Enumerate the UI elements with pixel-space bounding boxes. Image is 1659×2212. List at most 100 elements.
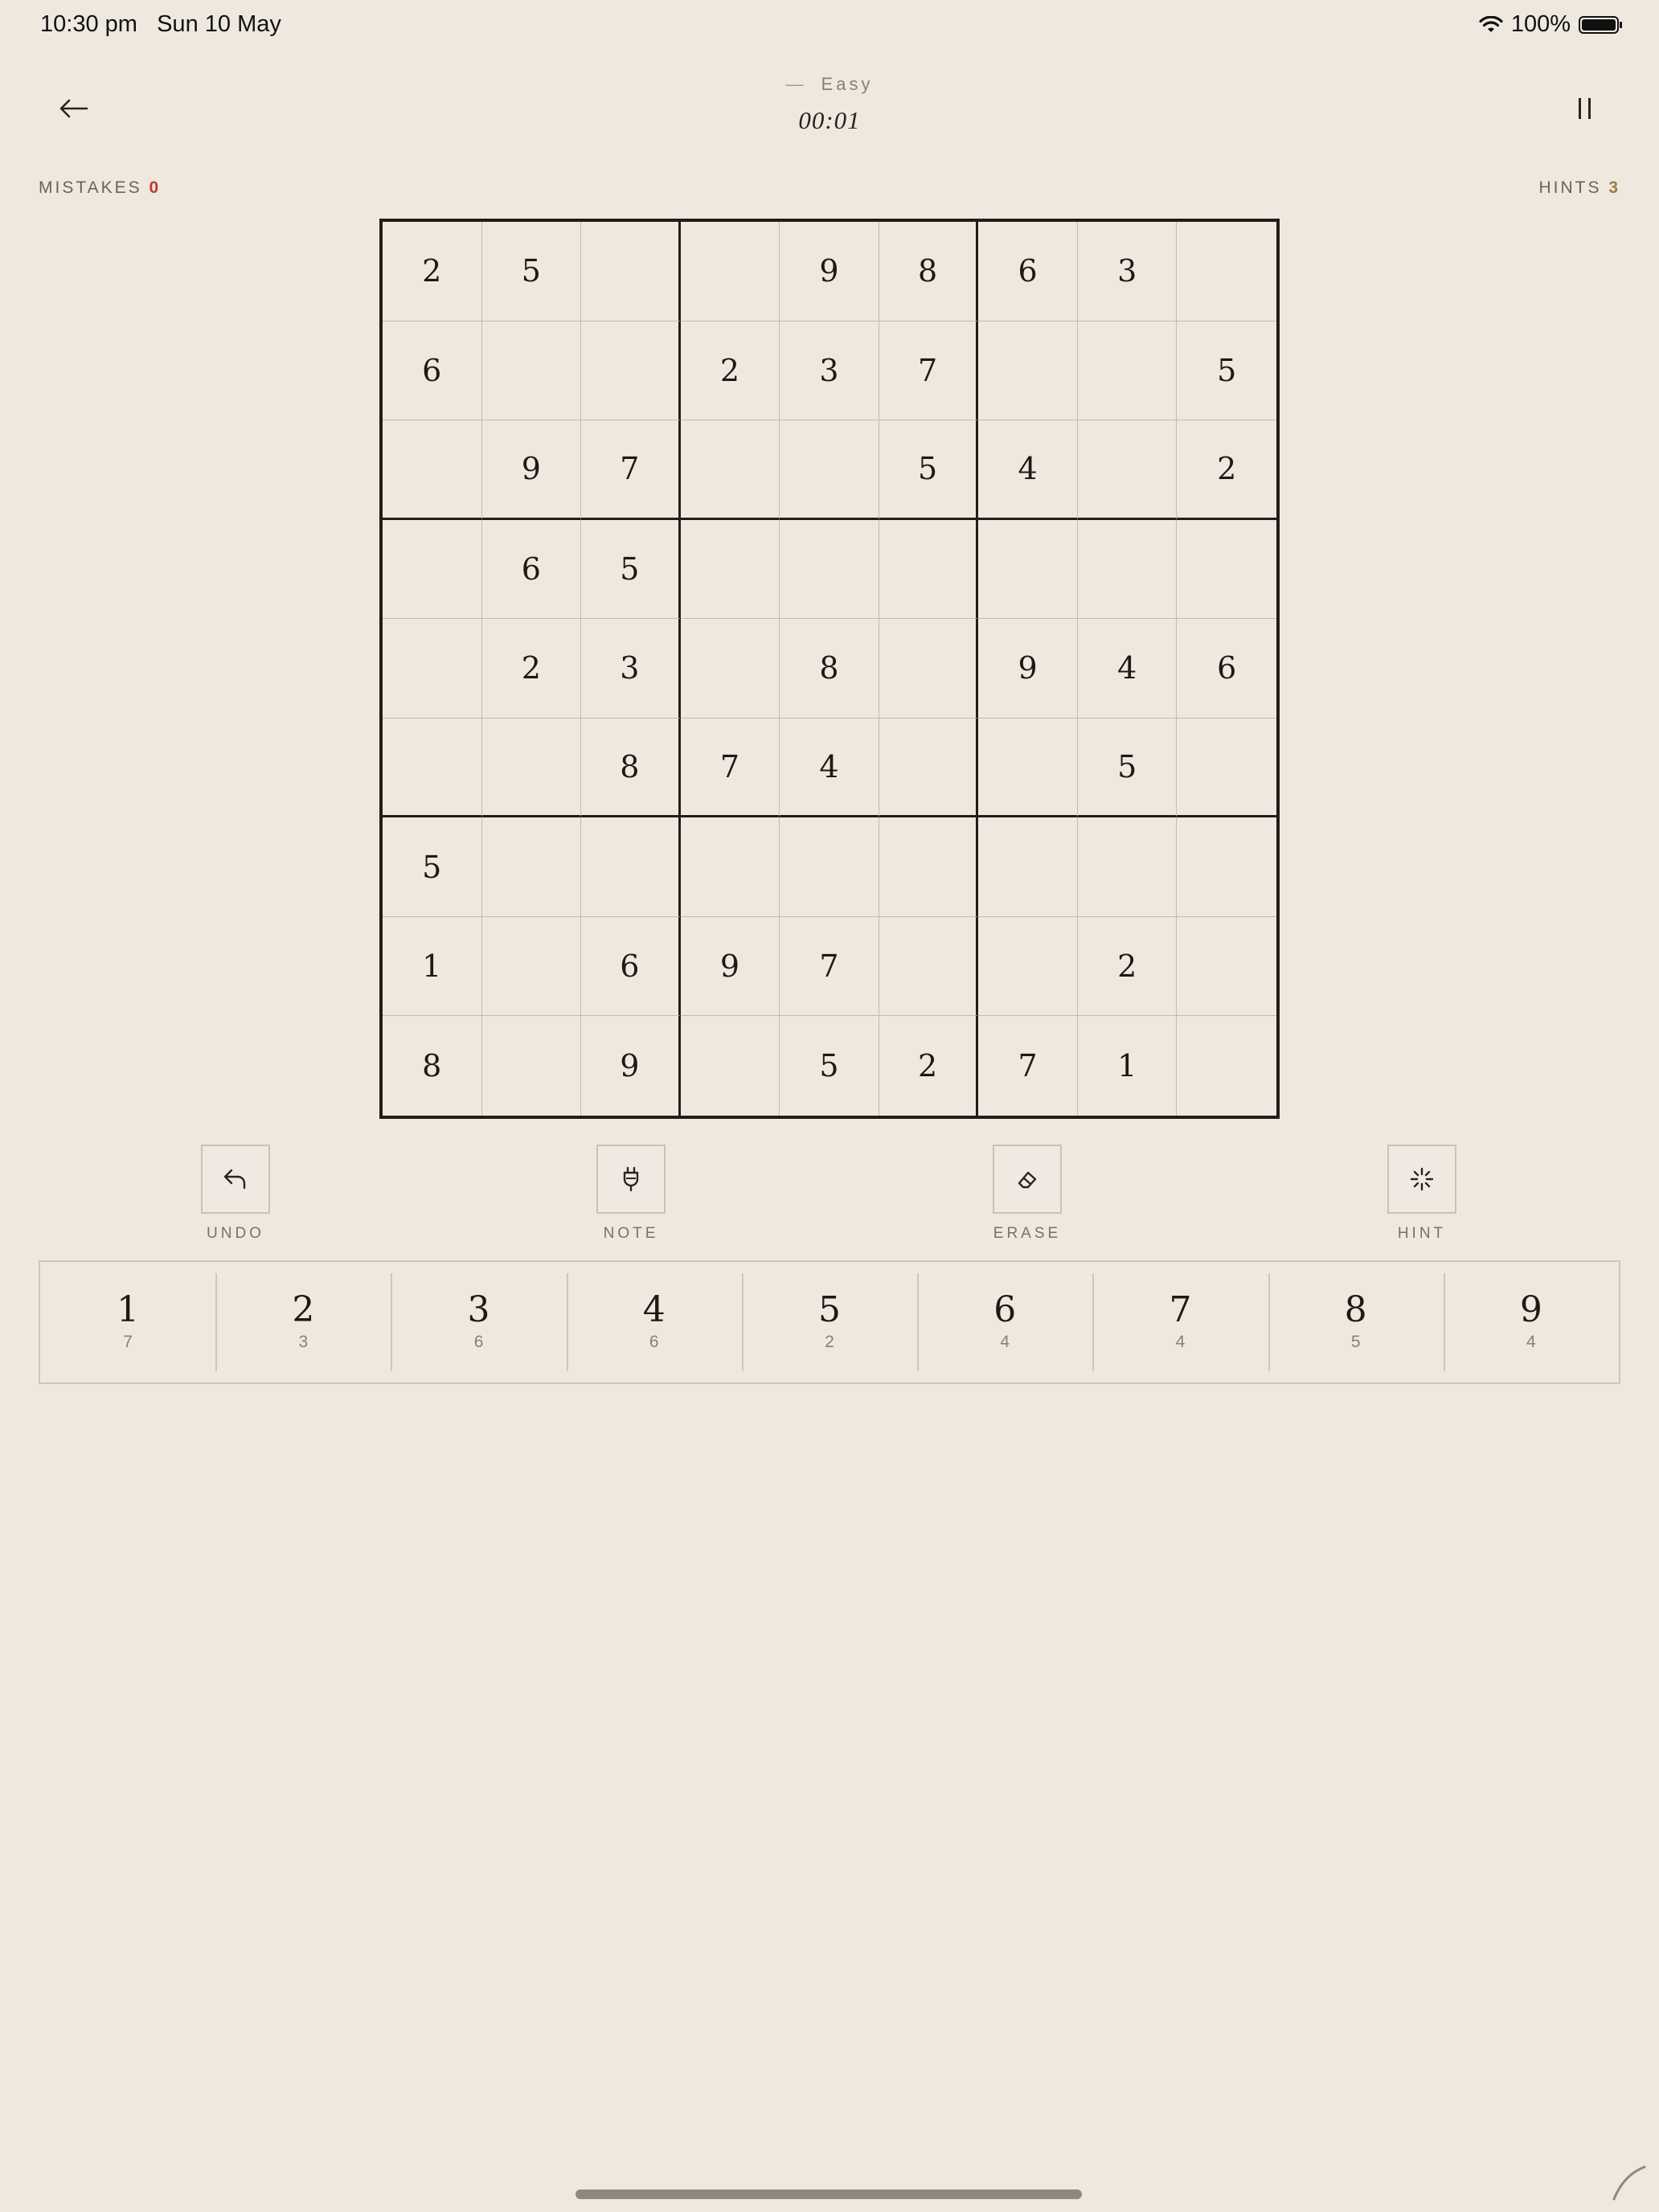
board-cell[interactable]: 4 xyxy=(978,420,1078,520)
board-cell[interactable]: 8 xyxy=(780,619,879,719)
board-cell[interactable] xyxy=(1077,420,1178,520)
number-button-3[interactable]: 36 xyxy=(391,1262,566,1382)
board-cell[interactable] xyxy=(680,519,780,620)
board-cell[interactable] xyxy=(1177,520,1276,620)
board-cell[interactable]: 7 xyxy=(680,718,780,818)
board-cell[interactable] xyxy=(383,519,482,620)
board-cell[interactable] xyxy=(978,519,1078,620)
note-button[interactable]: NOTE xyxy=(583,1145,679,1243)
board-cell[interactable]: 7 xyxy=(581,420,681,520)
number-button-8[interactable]: 85 xyxy=(1268,1262,1444,1382)
board-cell[interactable]: 9 xyxy=(581,1016,681,1116)
board-cell[interactable] xyxy=(879,519,979,620)
board-cell[interactable] xyxy=(1077,321,1178,421)
board-cell[interactable]: 1 xyxy=(1078,1016,1178,1116)
board-cell[interactable]: 2 xyxy=(1077,916,1178,1017)
board-cell[interactable] xyxy=(780,519,879,620)
board-cell[interactable]: 9 xyxy=(780,222,879,322)
board-cell[interactable] xyxy=(1077,817,1178,917)
board-cell[interactable]: 2 xyxy=(879,1016,979,1116)
board-cell[interactable] xyxy=(680,222,780,322)
board-cell[interactable] xyxy=(1077,519,1178,620)
board-cell[interactable] xyxy=(680,420,780,520)
board-cell[interactable] xyxy=(383,718,482,818)
board-cell[interactable]: 5 xyxy=(481,222,582,322)
board-cell[interactable]: 8 xyxy=(879,222,979,322)
board-cell[interactable] xyxy=(1177,222,1276,322)
undo-box[interactable] xyxy=(201,1145,270,1214)
board-cell[interactable] xyxy=(1177,917,1276,1017)
board-cell[interactable]: 5 xyxy=(1077,718,1178,818)
board-cell[interactable]: 5 xyxy=(581,519,681,620)
board-cell[interactable]: 3 xyxy=(1077,222,1178,322)
board-cell[interactable]: 6 xyxy=(581,916,681,1017)
board-cell[interactable]: 5 xyxy=(780,1016,879,1116)
board-cell[interactable]: 2 xyxy=(481,619,582,719)
board-cell[interactable]: 3 xyxy=(581,619,681,719)
board-cell[interactable]: 4 xyxy=(1077,619,1178,719)
number-button-9[interactable]: 94 xyxy=(1443,1262,1619,1382)
board-cell[interactable]: 4 xyxy=(780,718,879,818)
board-cell[interactable]: 9 xyxy=(978,619,1078,719)
board-cell[interactable] xyxy=(780,817,879,917)
board-cell[interactable] xyxy=(482,1016,582,1116)
board-cell[interactable]: 7 xyxy=(780,916,879,1017)
board-cell[interactable] xyxy=(1177,719,1276,818)
board-cell[interactable] xyxy=(879,718,979,818)
number-button-4[interactable]: 46 xyxy=(566,1262,742,1382)
board-cell[interactable] xyxy=(978,718,1078,818)
board-cell[interactable] xyxy=(780,420,879,520)
board-cell[interactable]: 3 xyxy=(780,321,879,421)
board-cell[interactable]: 7 xyxy=(879,321,979,421)
number-button-1[interactable]: 17 xyxy=(40,1262,215,1382)
board-cell[interactable] xyxy=(383,420,482,520)
board-cell[interactable] xyxy=(978,817,1078,917)
board-cell[interactable]: 2 xyxy=(383,222,482,322)
board-cell[interactable]: 9 xyxy=(481,420,582,520)
board-cell[interactable] xyxy=(383,619,482,719)
number-button-6[interactable]: 64 xyxy=(917,1262,1092,1382)
pause-button[interactable] xyxy=(1561,87,1609,130)
board-cell[interactable]: 6 xyxy=(383,321,482,421)
board-cell[interactable]: 2 xyxy=(1177,420,1276,520)
erase-box[interactable] xyxy=(993,1145,1062,1214)
board-cell[interactable]: 9 xyxy=(680,916,780,1017)
hint-box[interactable] xyxy=(1387,1145,1456,1214)
board-cell[interactable]: 2 xyxy=(680,321,780,421)
board-cell[interactable] xyxy=(681,1016,780,1116)
hint-button[interactable]: HINT xyxy=(1374,1145,1470,1243)
number-button-5[interactable]: 52 xyxy=(741,1262,917,1382)
board-cell[interactable] xyxy=(879,619,979,719)
undo-button[interactable]: UNDO xyxy=(187,1145,284,1243)
board-cell[interactable] xyxy=(1177,817,1276,917)
board-cell[interactable] xyxy=(481,916,582,1017)
home-indicator[interactable] xyxy=(576,2189,1082,2199)
board-cell[interactable]: 8 xyxy=(581,718,681,818)
board-cell[interactable] xyxy=(481,321,582,421)
number-button-7[interactable]: 74 xyxy=(1092,1262,1268,1382)
board-cell[interactable]: 7 xyxy=(978,1016,1078,1116)
board-cell[interactable] xyxy=(481,718,582,818)
note-box[interactable] xyxy=(596,1145,666,1214)
board-cell[interactable] xyxy=(978,321,1078,421)
erase-button[interactable]: ERASE xyxy=(979,1145,1075,1243)
board-cell[interactable] xyxy=(680,619,780,719)
board-cell[interactable] xyxy=(581,817,681,917)
board-cell[interactable]: 6 xyxy=(481,519,582,620)
board-cell[interactable]: 8 xyxy=(383,1016,482,1116)
board-cell[interactable] xyxy=(879,916,979,1017)
number-button-2[interactable]: 23 xyxy=(215,1262,391,1382)
board-cell[interactable] xyxy=(1177,1016,1276,1116)
board-cell[interactable] xyxy=(481,817,582,917)
board-cell[interactable] xyxy=(581,222,681,322)
board-cell[interactable] xyxy=(581,321,681,421)
board-cell[interactable]: 1 xyxy=(383,916,482,1017)
board-cell[interactable] xyxy=(680,817,780,917)
board-cell[interactable]: 5 xyxy=(879,420,979,520)
board-cell[interactable]: 6 xyxy=(978,222,1078,322)
board-cell[interactable] xyxy=(978,916,1078,1017)
board-cell[interactable]: 5 xyxy=(1177,322,1276,421)
board-cell[interactable]: 5 xyxy=(383,817,482,917)
board-cell[interactable]: 6 xyxy=(1177,619,1276,719)
board-cell[interactable] xyxy=(879,817,979,917)
